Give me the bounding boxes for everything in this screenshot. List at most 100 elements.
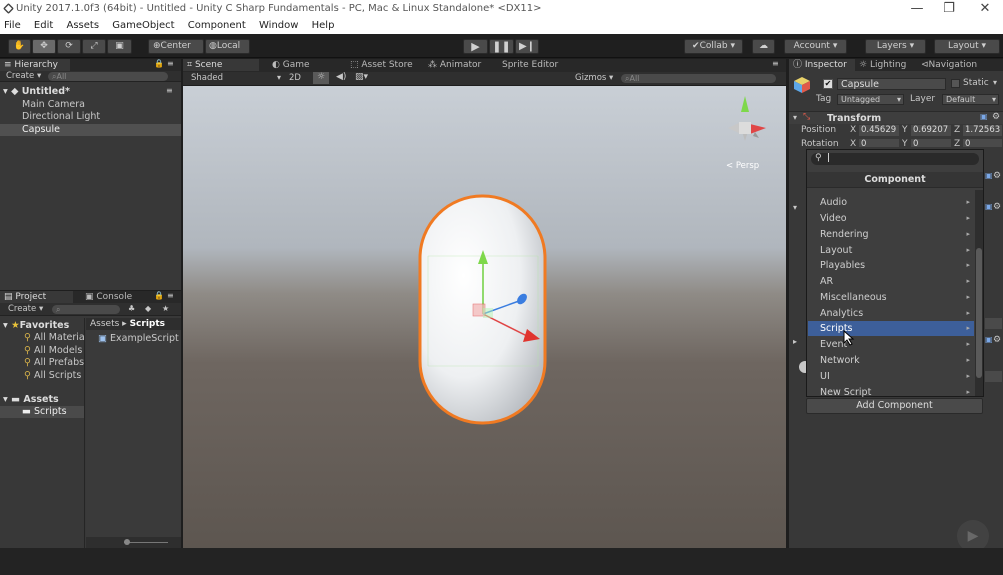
- scene-view[interactable]: < Persp: [183, 86, 786, 548]
- field-stub[interactable]: [985, 318, 1002, 329]
- component-item-ar[interactable]: AR ▸: [808, 274, 974, 289]
- assets-folder[interactable]: ▾ ▬ Assets: [3, 394, 59, 406]
- transform-header[interactable]: ▾ ⤡ Transform ▣ ⚙: [789, 111, 1003, 124]
- panel-menu-icon[interactable]: ≡: [772, 59, 779, 68]
- component-item-network[interactable]: Network ▸: [808, 353, 974, 368]
- hand-tool-icon[interactable]: ✋: [8, 39, 31, 54]
- tab-asset-store[interactable]: ⬚ Asset Store: [346, 59, 422, 71]
- menu-file[interactable]: File: [4, 18, 21, 33]
- breadcrumb-assets[interactable]: Assets: [90, 319, 119, 329]
- pivot-center-button[interactable]: ⊕Center: [148, 39, 204, 54]
- scene-menu-icon[interactable]: ≡: [166, 86, 173, 95]
- component-item-audio[interactable]: Audio ▸: [808, 195, 974, 210]
- hierarchy-item-capsule[interactable]: Capsule: [0, 124, 181, 136]
- tag-dropdown[interactable]: Untagged ▾: [837, 94, 904, 105]
- tab-navigation[interactable]: ⊲Navigation: [917, 59, 987, 71]
- mode-2d-toggle[interactable]: 2D: [289, 73, 301, 83]
- pos-y-field[interactable]: 0.69207: [911, 125, 951, 136]
- rot-x-field[interactable]: 0: [859, 139, 899, 147]
- project-create-button[interactable]: Create ▾: [8, 304, 43, 314]
- gizmos-dropdown[interactable]: Gizmos ▾: [575, 73, 613, 83]
- component-scrollbar-thumb[interactable]: [976, 248, 982, 378]
- zoom-slider-track[interactable]: [124, 542, 168, 543]
- layers-dropdown[interactable]: Layers ▾: [865, 39, 926, 54]
- component-item-ui[interactable]: UI ▸: [808, 369, 974, 384]
- pos-x-field[interactable]: 0.45629: [859, 125, 899, 136]
- scene-root[interactable]: ▾ ◆ Untitled*: [3, 86, 70, 98]
- shading-mode-dropdown[interactable]: Shaded: [191, 73, 223, 83]
- tab-hierarchy[interactable]: ≡ Hierarchy: [0, 59, 70, 71]
- object-name-field[interactable]: Capsule: [837, 78, 946, 90]
- tab-game[interactable]: ◐ Game: [268, 59, 343, 71]
- component-search-input[interactable]: ⚲ |: [811, 153, 979, 165]
- panel-menu-icon[interactable]: ≡: [167, 291, 174, 300]
- collapse-arrow-icon[interactable]: ▸: [793, 337, 797, 346]
- menu-window[interactable]: Window: [259, 18, 298, 33]
- settings-gear-icon[interactable]: ⚙: [993, 335, 1001, 345]
- help-icon[interactable]: ▣: [985, 171, 993, 180]
- hierarchy-search-input[interactable]: ⌕All: [48, 72, 168, 81]
- orientation-gizmo[interactable]: [728, 96, 766, 141]
- favorite-all-materials[interactable]: ⚲ All Materia: [24, 332, 85, 344]
- settings-gear-icon[interactable]: ⚙: [992, 112, 1000, 122]
- zoom-slider-handle[interactable]: [124, 539, 130, 545]
- component-item-new-script[interactable]: New Script ▸: [808, 385, 974, 397]
- effects-toggle-icon[interactable]: ▧▾: [355, 72, 368, 82]
- add-component-button[interactable]: Add Component: [806, 398, 983, 414]
- component-item-event[interactable]: Event ▸: [808, 337, 974, 352]
- scene-search-input[interactable]: ⌕All: [621, 74, 776, 83]
- component-item-playables[interactable]: Playables ▸: [808, 258, 974, 273]
- pos-z-field[interactable]: 1.72563: [963, 125, 1002, 136]
- tab-animator[interactable]: ⁂ Animator: [424, 59, 500, 71]
- tab-console[interactable]: ▣ Console: [81, 291, 151, 303]
- tab-scene[interactable]: ⌗ Scene: [183, 59, 259, 71]
- component-item-miscellaneous[interactable]: Miscellaneous ▸: [808, 290, 974, 305]
- component-scrollbar[interactable]: [975, 190, 983, 396]
- filter-type-icon[interactable]: ♣: [128, 304, 135, 313]
- pivot-local-button[interactable]: ◍Local: [205, 39, 250, 54]
- settings-gear-icon[interactable]: ⚙: [993, 171, 1001, 181]
- menu-assets[interactable]: Assets: [66, 18, 99, 33]
- component-item-layout[interactable]: Layout ▸: [808, 243, 974, 258]
- projection-label[interactable]: < Persp: [726, 161, 759, 171]
- settings-gear-icon[interactable]: ⚙: [993, 202, 1001, 212]
- minimize-button[interactable]: —: [902, 1, 932, 16]
- collab-button[interactable]: ✔Collab ▾: [684, 39, 743, 54]
- favorite-star-icon[interactable]: ★: [162, 304, 169, 313]
- layer-dropdown[interactable]: Default ▾: [942, 94, 999, 105]
- play-button[interactable]: ▶: [463, 39, 488, 54]
- help-icon[interactable]: ▣: [985, 335, 993, 344]
- assets-scripts-folder[interactable]: ▬ Scripts: [0, 406, 84, 418]
- active-checkbox[interactable]: ✔: [823, 79, 833, 89]
- field-stub[interactable]: [985, 371, 1002, 382]
- pause-button[interactable]: ❚❚: [489, 39, 514, 54]
- file-example-script[interactable]: ▣ ExampleScript: [98, 333, 179, 345]
- collapse-arrow-icon[interactable]: ▾: [793, 203, 797, 212]
- cloud-icon[interactable]: ☁: [752, 39, 775, 54]
- layout-dropdown[interactable]: Layout ▾: [934, 39, 1000, 54]
- tab-sprite-editor[interactable]: Sprite Editor: [498, 59, 574, 71]
- breadcrumb-scripts[interactable]: Scripts: [130, 319, 165, 329]
- lock-icon[interactable]: 🔒: [154, 291, 164, 300]
- static-dropdown-icon[interactable]: ▾: [993, 78, 997, 87]
- tab-lighting[interactable]: ☼ Lighting: [855, 59, 917, 71]
- step-button[interactable]: ▶❙: [515, 39, 539, 54]
- menu-component[interactable]: Component: [188, 18, 246, 33]
- component-item-video[interactable]: Video ▸: [808, 211, 974, 226]
- move-tool-icon[interactable]: ✥: [32, 39, 56, 54]
- panel-menu-icon[interactable]: ≡: [167, 59, 174, 68]
- hierarchy-item-directional-light[interactable]: Directional Light: [22, 111, 100, 123]
- rot-z-field[interactable]: 0: [963, 139, 1002, 147]
- scale-tool-icon[interactable]: ⤢: [82, 39, 106, 54]
- tab-inspector[interactable]: ⓘ Inspector: [789, 59, 855, 71]
- rotate-tool-icon[interactable]: ⟳: [57, 39, 81, 54]
- hierarchy-create-button[interactable]: Create ▾: [6, 71, 41, 82]
- filter-label-icon[interactable]: ◆: [145, 304, 151, 313]
- close-button[interactable]: ✕: [970, 1, 1000, 16]
- lighting-toggle-icon[interactable]: ☼: [313, 72, 329, 84]
- rect-tool-icon[interactable]: ▣: [107, 39, 132, 54]
- help-icon[interactable]: ▣: [985, 202, 993, 211]
- lock-icon[interactable]: 🔒: [154, 59, 164, 68]
- help-icon[interactable]: ▣: [980, 112, 988, 121]
- favorite-all-models[interactable]: ⚲ All Models: [24, 345, 82, 357]
